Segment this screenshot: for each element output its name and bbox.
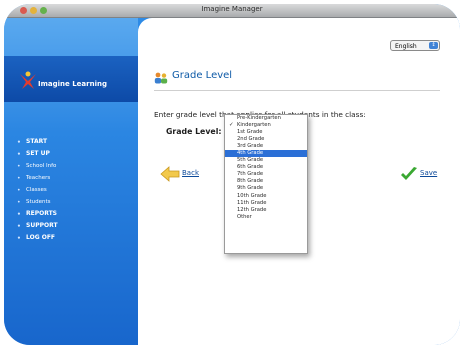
- logo-text: Imagine Learning: [38, 80, 107, 88]
- sidebar-item-start[interactable]: • START: [16, 136, 58, 148]
- dropdown-option-label: 8th Grade: [237, 178, 264, 185]
- dropdown-option[interactable]: ✓ Kindergarten: [225, 122, 307, 129]
- dropdown-option[interactable]: 11th Grade: [225, 200, 307, 207]
- dropdown-option-label: 2nd Grade: [237, 136, 265, 143]
- back-arrow-icon: [160, 166, 180, 182]
- dropdown-option[interactable]: 7th Grade: [225, 171, 307, 178]
- language-select[interactable]: English ↕: [390, 40, 440, 51]
- dropdown-option[interactable]: 4th Grade: [225, 150, 307, 158]
- grade-level-label: Grade Level:: [166, 127, 222, 136]
- sidebar-item-classes[interactable]: • Classes: [16, 184, 58, 196]
- dropdown-option-label: 11th Grade: [237, 199, 267, 206]
- sidebar-item-log-off[interactable]: • LOG OFF: [16, 232, 58, 244]
- dropdown-option[interactable]: Pre-Kindergarten: [225, 115, 307, 122]
- sidebar-item-label: Teachers: [26, 175, 51, 181]
- bullet-icon: •: [17, 235, 21, 242]
- dropdown-option[interactable]: 3rd Grade: [225, 143, 307, 150]
- dropdown-option-label: Other: [237, 213, 252, 220]
- dropdown-option-label: 10th Grade: [237, 192, 267, 199]
- sidebar-item-label: Classes: [26, 187, 47, 193]
- back-button[interactable]: Back: [160, 166, 208, 182]
- dropdown-option[interactable]: 10th Grade: [225, 193, 307, 200]
- checkmark-icon: ✓: [229, 122, 234, 129]
- main-content: English ↕ Grade Level Enter grade level …: [138, 18, 460, 345]
- sidebar-item-school-info[interactable]: • School Info: [16, 160, 58, 172]
- window-title: Imagine Manager: [201, 5, 263, 13]
- dropdown-option[interactable]: 12th Grade: [225, 207, 307, 214]
- sidebar-item-label: REPORTS: [26, 210, 57, 217]
- dropdown-option[interactable]: Other: [225, 214, 307, 221]
- sidebar-item-students[interactable]: • Students: [16, 196, 58, 208]
- dropdown-option-label: 6th Grade: [237, 164, 264, 171]
- language-select-value: English: [395, 43, 417, 50]
- page-title: Grade Level: [172, 70, 233, 81]
- sidebar-nav: • START • SET UP • School Info • Teachers • Class…: [16, 136, 58, 244]
- dropdown-option-label: Pre-Kindergarten: [237, 115, 281, 121]
- sidebar-item-label: LOG OFF: [26, 234, 56, 241]
- sidebar-item-set-up[interactable]: • SET UP: [16, 148, 58, 160]
- sidebar-item-reports[interactable]: • REPORTS: [16, 208, 58, 220]
- dropdown-option-label: 1st Grade: [237, 129, 263, 136]
- grade-level-dropdown-menu: Pre-Kindergarten ✓ Kindergarten 1st Grade 2n…: [224, 114, 308, 254]
- dropdown-option[interactable]: 6th Grade: [225, 164, 307, 171]
- dropdown-option[interactable]: 9th Grade: [225, 185, 307, 192]
- save-label: Save: [420, 169, 438, 177]
- dropdown-option[interactable]: 5th Grade: [225, 157, 307, 164]
- divider: [154, 90, 440, 91]
- people-icon: [154, 72, 168, 84]
- dropdown-option-label: 5th Grade: [237, 157, 264, 164]
- dropdown-option-label: 3rd Grade: [237, 143, 264, 150]
- dropdown-option-label: Kindergarten: [237, 122, 271, 129]
- dropdown-option[interactable]: 8th Grade: [225, 178, 307, 185]
- title-bar: Imagine Manager: [4, 4, 460, 18]
- dropdown-option[interactable]: 1st Grade: [225, 129, 307, 136]
- dropdown-option-label: 12th Grade: [237, 206, 267, 213]
- sidebar-item-label: START: [26, 138, 48, 145]
- sidebar-item-label: SET UP: [26, 150, 50, 157]
- sidebar-item-label: School Info: [26, 163, 57, 169]
- dropdown-option-label: 4th Grade: [237, 150, 264, 157]
- sidebar-item-support[interactable]: • SUPPORT: [16, 220, 58, 232]
- dropdown-option-label: 9th Grade: [237, 185, 264, 192]
- back-label: Back: [182, 169, 199, 177]
- dropdown-option-label: 7th Grade: [237, 171, 264, 178]
- save-button[interactable]: Save: [400, 166, 446, 182]
- app-window: Imagine Manager Imagine Learning • START •…: [4, 4, 460, 345]
- imagine-learning-logo-icon: [20, 71, 36, 89]
- dropdown-option[interactable]: 2nd Grade: [225, 136, 307, 143]
- sidebar: Imagine Learning • START • SET UP • School In…: [4, 18, 138, 345]
- checkmark-icon: [401, 167, 417, 180]
- chevron-updown-icon: ↕: [429, 42, 438, 49]
- sidebar-item-label: SUPPORT: [26, 222, 58, 229]
- sidebar-item-label: Students: [26, 199, 51, 205]
- sidebar-item-teachers[interactable]: • Teachers: [16, 172, 58, 184]
